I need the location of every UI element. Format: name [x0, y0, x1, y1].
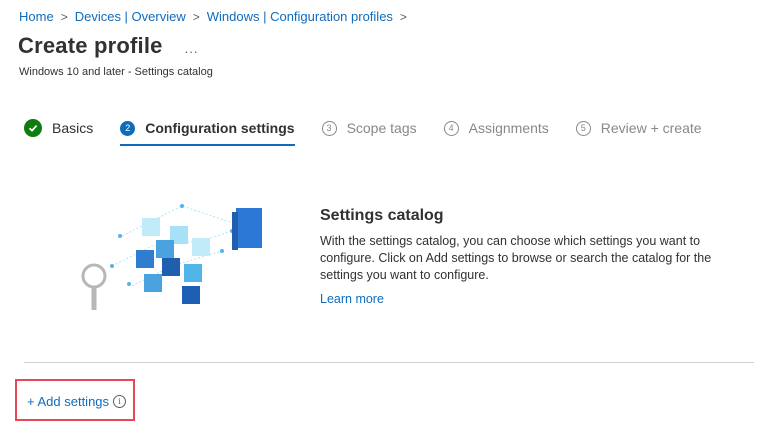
step-label: Scope tags	[346, 120, 417, 136]
step-label: Basics	[52, 120, 94, 136]
info-icon[interactable]: i	[113, 395, 127, 408]
add-settings-label: + Add settings	[27, 394, 110, 409]
step-label: Configuration settings	[145, 120, 295, 136]
breadcrumb-separator: >	[192, 9, 200, 24]
divider	[24, 362, 754, 363]
step-number: 3	[321, 120, 337, 136]
add-settings-button[interactable]: + Add settings i	[27, 394, 127, 409]
catalog-heading: Settings catalog	[320, 207, 444, 224]
step-assignments[interactable]: 4 Assignments	[443, 116, 549, 140]
wizard-steps: Basics 2 Configuration settings 3 Scope …	[24, 116, 729, 146]
title-row: Create profile ...	[18, 33, 198, 59]
step-label: Review + create	[600, 120, 702, 136]
settings-catalog-illustration-icon	[81, 204, 262, 310]
breadcrumb-separator: >	[399, 9, 407, 24]
more-options-button[interactable]: ...	[185, 41, 199, 56]
step-basics[interactable]: Basics	[24, 116, 93, 140]
breadcrumb-home[interactable]: Home	[19, 9, 54, 24]
breadcrumb-configuration-profiles[interactable]: Windows | Configuration profiles	[207, 9, 393, 24]
page-title: Create profile	[18, 33, 163, 58]
checkmark-icon	[24, 119, 42, 137]
step-label: Assignments	[468, 120, 549, 136]
page-subtitle: Windows 10 and later - Settings catalog	[19, 66, 213, 78]
step-number: 5	[575, 120, 591, 136]
step-review-create[interactable]: 5 Review + create	[575, 116, 702, 140]
breadcrumb: Home > Devices | Overview > Windows | Co…	[19, 9, 414, 24]
breadcrumb-separator: >	[60, 9, 68, 24]
step-scope-tags[interactable]: 3 Scope tags	[321, 116, 417, 140]
learn-more-link[interactable]: Learn more	[320, 292, 384, 306]
step-configuration-settings[interactable]: 2 Configuration settings	[120, 116, 295, 146]
step-number: 2	[120, 120, 136, 136]
step-number: 4	[443, 120, 459, 136]
breadcrumb-devices-overview[interactable]: Devices | Overview	[75, 9, 186, 24]
settings-catalog-info: Settings catalog With the settings catal…	[320, 207, 740, 308]
catalog-description: With the settings catalog, you can choos…	[320, 234, 712, 282]
